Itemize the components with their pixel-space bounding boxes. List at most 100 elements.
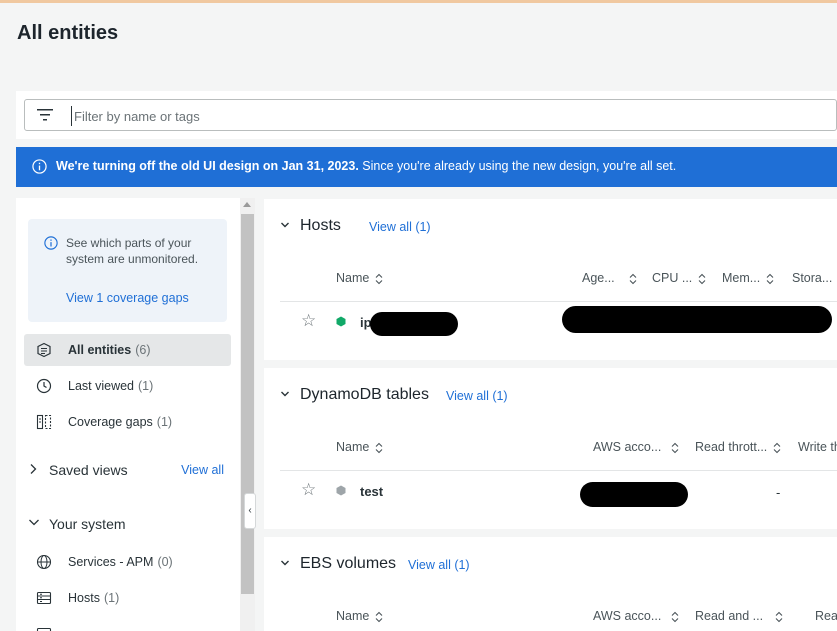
filter-icon[interactable] [37, 109, 53, 121]
saved-views-view-all-link[interactable]: View all [181, 463, 224, 477]
column-header-aws-account[interactable]: AWS acco... [593, 609, 679, 623]
star-icon[interactable]: ☆ [301, 480, 316, 500]
column-header-label: Mem... [722, 271, 761, 285]
column-header-name[interactable]: Name [336, 440, 383, 454]
hosts-view-all-link[interactable]: View all (1) [369, 220, 431, 234]
globe-icon [36, 554, 52, 570]
column-header-label: Read and ... [695, 609, 764, 623]
sidebar-item-label: Last viewed [68, 379, 135, 393]
column-header-label: CPU ... [652, 271, 693, 285]
banner-bold-text: We're turning off the old UI design on J… [56, 159, 359, 173]
star-icon[interactable]: ☆ [301, 311, 316, 331]
saved-views-section[interactable]: Saved views View all [16, 459, 240, 483]
column-header-cpu[interactable]: CPU ... [652, 271, 706, 285]
sidebar-item-coverage-gaps[interactable]: Coverage gaps (1) [24, 406, 231, 438]
chevron-down-icon [29, 519, 39, 526]
sidebar-item-label: All entities [68, 343, 132, 357]
table-header-divider [280, 470, 837, 471]
clock-icon [36, 378, 52, 394]
sidebar-item-count: (1) [156, 415, 173, 429]
entity-name[interactable]: test [360, 484, 383, 499]
sidebar-item-services-apm[interactable]: Services - APM (0) [24, 546, 231, 578]
sort-icon [671, 442, 679, 453]
status-hexagon-icon [336, 316, 346, 327]
your-system-label: Your system [49, 516, 126, 532]
filter-bar [16, 91, 837, 139]
banner-text: We're turning off the old UI design on J… [56, 159, 676, 173]
column-header-label: Read thrott... [695, 440, 768, 454]
saved-views-label: Saved views [49, 462, 128, 478]
sidebar-item-label: Hosts [68, 591, 100, 605]
sidebar-item-last-viewed[interactable]: Last viewed (1) [24, 370, 231, 402]
info-icon [44, 236, 58, 250]
sort-icon [375, 442, 383, 453]
sidebar-item-count: (0) [157, 555, 173, 569]
read-throttled-value: - [776, 485, 781, 500]
view-coverage-gaps-link[interactable]: View 1 coverage gaps [66, 291, 189, 305]
column-header-name[interactable]: Name [336, 271, 383, 285]
card-title: DynamoDB tables [300, 386, 429, 403]
column-header-read-and-write[interactable]: Read and ... [695, 609, 783, 623]
scrollbar-thumb[interactable] [241, 214, 254, 594]
column-header-label: AWS acco... [593, 440, 662, 454]
sidebar-item-count: (6) [135, 343, 151, 357]
column-header-write-throttled[interactable]: Write th [798, 440, 837, 454]
sort-icon [671, 611, 679, 622]
sidebar-item-hosts[interactable]: Hosts (1) [24, 582, 231, 614]
sort-icon [766, 273, 774, 284]
coverage-gap-text: See which parts of your system are unmon… [66, 236, 199, 266]
info-banner: We're turning off the old UI design on J… [16, 147, 837, 187]
status-hexagon-icon [336, 485, 346, 496]
hosts-card: Hosts View all (1) Name Age... CPU ... M… [264, 199, 837, 360]
column-header-storage[interactable]: Stora... [792, 271, 832, 285]
chevron-down-icon [281, 222, 289, 228]
column-header-read[interactable]: Rea [815, 609, 837, 623]
dynamodb-tables-card: DynamoDB tables View all (1) Name AWS ac… [264, 368, 837, 529]
column-header-label: Name [336, 271, 370, 285]
sidebar-item-all-entities[interactable]: All entities (6) [24, 334, 231, 366]
column-header-label: Stora... [792, 271, 833, 285]
ebs-view-all-link[interactable]: View all (1) [408, 558, 470, 572]
dynamodb-view-all-link[interactable]: View all (1) [446, 389, 508, 403]
sort-icon [375, 611, 383, 622]
column-header-label: Rea [815, 609, 837, 623]
info-icon [32, 159, 47, 174]
column-header-label: Write th [798, 440, 837, 454]
sidebar-item-label: Services - APM [68, 555, 154, 569]
column-header-memory[interactable]: Mem... [722, 271, 774, 285]
sort-icon [775, 611, 783, 622]
column-header-read-throttled[interactable]: Read thrott... [695, 440, 781, 454]
filter-input[interactable] [71, 106, 771, 126]
collapse-sidebar-button[interactable]: ‹ [244, 493, 256, 529]
sidebar-item-label: Coverage gaps [68, 415, 153, 429]
sort-icon [698, 273, 706, 284]
sidebar: See which parts of your system are unmon… [16, 198, 240, 631]
coverage-gaps-icon [36, 414, 52, 430]
column-header-label: Age... [582, 271, 615, 285]
chevron-down-icon [281, 391, 289, 397]
sidebar-scrollbar[interactable] [240, 198, 255, 631]
banner-body-text: Since you're already using the new desig… [358, 159, 677, 173]
container-icon [36, 627, 52, 631]
column-header-aws-account[interactable]: AWS acco... [593, 440, 679, 454]
filter-box [24, 99, 837, 131]
chevron-right-icon [30, 464, 37, 474]
redaction-mark [562, 306, 832, 333]
host-icon [36, 591, 52, 605]
top-accent-line [0, 0, 837, 3]
column-header-label: Name [336, 609, 370, 623]
scroll-up-arrow-icon[interactable] [243, 202, 251, 207]
sidebar-item-count: (1) [103, 591, 120, 605]
redaction-mark [580, 482, 688, 507]
your-system-section[interactable]: Your system [16, 513, 240, 537]
column-header-label: AWS acco... [593, 609, 662, 623]
sort-icon [375, 273, 383, 284]
column-header-name[interactable]: Name [336, 609, 383, 623]
sidebar-item-cut-off[interactable] [24, 618, 231, 631]
chevron-down-icon [281, 560, 289, 566]
sort-icon [773, 442, 781, 453]
card-title: Hosts [300, 217, 341, 234]
column-header-agent[interactable]: Age... [582, 271, 637, 285]
ebs-volumes-card: EBS volumes View all (1) Name AWS acco..… [264, 537, 837, 631]
entities-icon [37, 342, 51, 358]
